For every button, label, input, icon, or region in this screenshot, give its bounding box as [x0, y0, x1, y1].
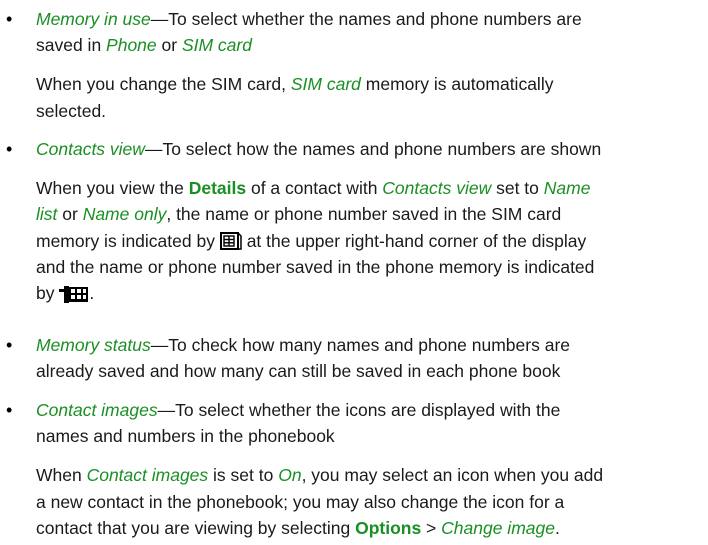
item-text: Contact images—To select whether the ico… — [36, 397, 696, 541]
text: names and numbers in the phonebook — [36, 426, 335, 447]
text: a new contact in the phonebook; you may … — [36, 491, 565, 512]
term-contacts-view: Contacts view — [36, 139, 145, 159]
text-line: by . — [36, 280, 696, 306]
text-line: Contacts view—To select how the names an… — [36, 136, 696, 162]
text-line: list or Name only, the name or phone num… — [36, 201, 696, 227]
option-change-image: Change image — [441, 517, 555, 538]
text: memory is automatically — [360, 74, 554, 95]
text-line: When you change the SIM card, SIM card m… — [36, 71, 696, 97]
option-phone: Phone — [106, 35, 157, 56]
text: When — [36, 465, 87, 486]
option-name-list: list — [36, 204, 58, 225]
text-line: When you view the Details of a contact w… — [36, 175, 696, 201]
text-line: and the name or phone number saved in th… — [36, 254, 696, 280]
text-line: saved in Phone or SIM card — [36, 32, 696, 58]
option-sim-card: SIM card — [290, 74, 361, 95]
text-line: already saved and how many can still be … — [36, 358, 696, 384]
text: When you change the SIM card, — [36, 74, 291, 95]
text: or — [57, 204, 83, 225]
text: . — [554, 517, 560, 538]
text-line: contact that you are viewing by selectin… — [36, 515, 696, 541]
text: > — [421, 517, 442, 538]
definition-text: —To select whether the icons are display… — [157, 400, 561, 420]
text-line: selected. — [36, 98, 696, 124]
definition-text: —To select how the names and phone numbe… — [144, 139, 602, 159]
option-contacts-view: Contacts view — [382, 178, 492, 199]
menu-details: Details — [188, 178, 247, 199]
option-name-only: Name only — [82, 204, 167, 225]
text: . — [89, 282, 95, 303]
option-sim-card: SIM card — [181, 35, 252, 56]
definition-text: —To select whether the names and phone n… — [150, 9, 582, 29]
option-name-list: Name — [543, 178, 591, 199]
text: and the name or phone number saved in th… — [36, 256, 595, 277]
item-text: Memory in use—To select whether the name… — [36, 6, 696, 124]
text-line: Memory in use—To select whether the name… — [36, 6, 696, 32]
term-contact-images: Contact images — [36, 400, 158, 420]
bullet: • — [6, 400, 13, 420]
text: or — [156, 35, 182, 56]
term-memory-status: Memory status — [36, 335, 151, 355]
text: by — [36, 282, 60, 303]
phone-memory-icon — [59, 284, 89, 310]
text-line: a new contact in the phonebook; you may … — [36, 489, 696, 515]
item-text: Contacts view—To select how the names an… — [36, 136, 696, 306]
text: selected. — [36, 100, 107, 121]
bullet: • — [6, 9, 13, 29]
bullet: • — [6, 139, 13, 159]
text: When you view the — [36, 178, 189, 199]
option-contact-images: Contact images — [86, 465, 209, 486]
text-line: names and numbers in the phonebook — [36, 423, 696, 449]
text: already saved and how many can still be … — [36, 361, 561, 382]
option-on: On — [278, 465, 302, 486]
text: at the upper right-hand corner of the di… — [241, 230, 587, 251]
text: , the name or phone number saved in the … — [166, 204, 562, 225]
text: contact that you are viewing by selectin… — [36, 517, 356, 538]
text: set to — [491, 178, 544, 199]
text: of a contact with — [246, 178, 383, 199]
text: saved in — [36, 35, 107, 56]
text-line: memory is indicated by at the upper righ… — [36, 228, 696, 254]
text-line: Contact images—To select whether the ico… — [36, 397, 696, 423]
item-text: Memory status—To check how many names an… — [36, 332, 696, 384]
text: memory is indicated by — [36, 230, 220, 251]
term-memory-in-use: Memory in use — [36, 9, 151, 29]
text-line: Memory status—To check how many names an… — [36, 332, 696, 358]
menu-options: Options — [355, 517, 422, 538]
text-line: When Contact images is set to On, you ma… — [36, 462, 696, 488]
text: , you may select an icon when you add — [301, 465, 604, 486]
definition-text: —To check how many names and phone numbe… — [150, 335, 571, 355]
bullet: • — [6, 335, 13, 355]
text: is set to — [208, 465, 279, 486]
